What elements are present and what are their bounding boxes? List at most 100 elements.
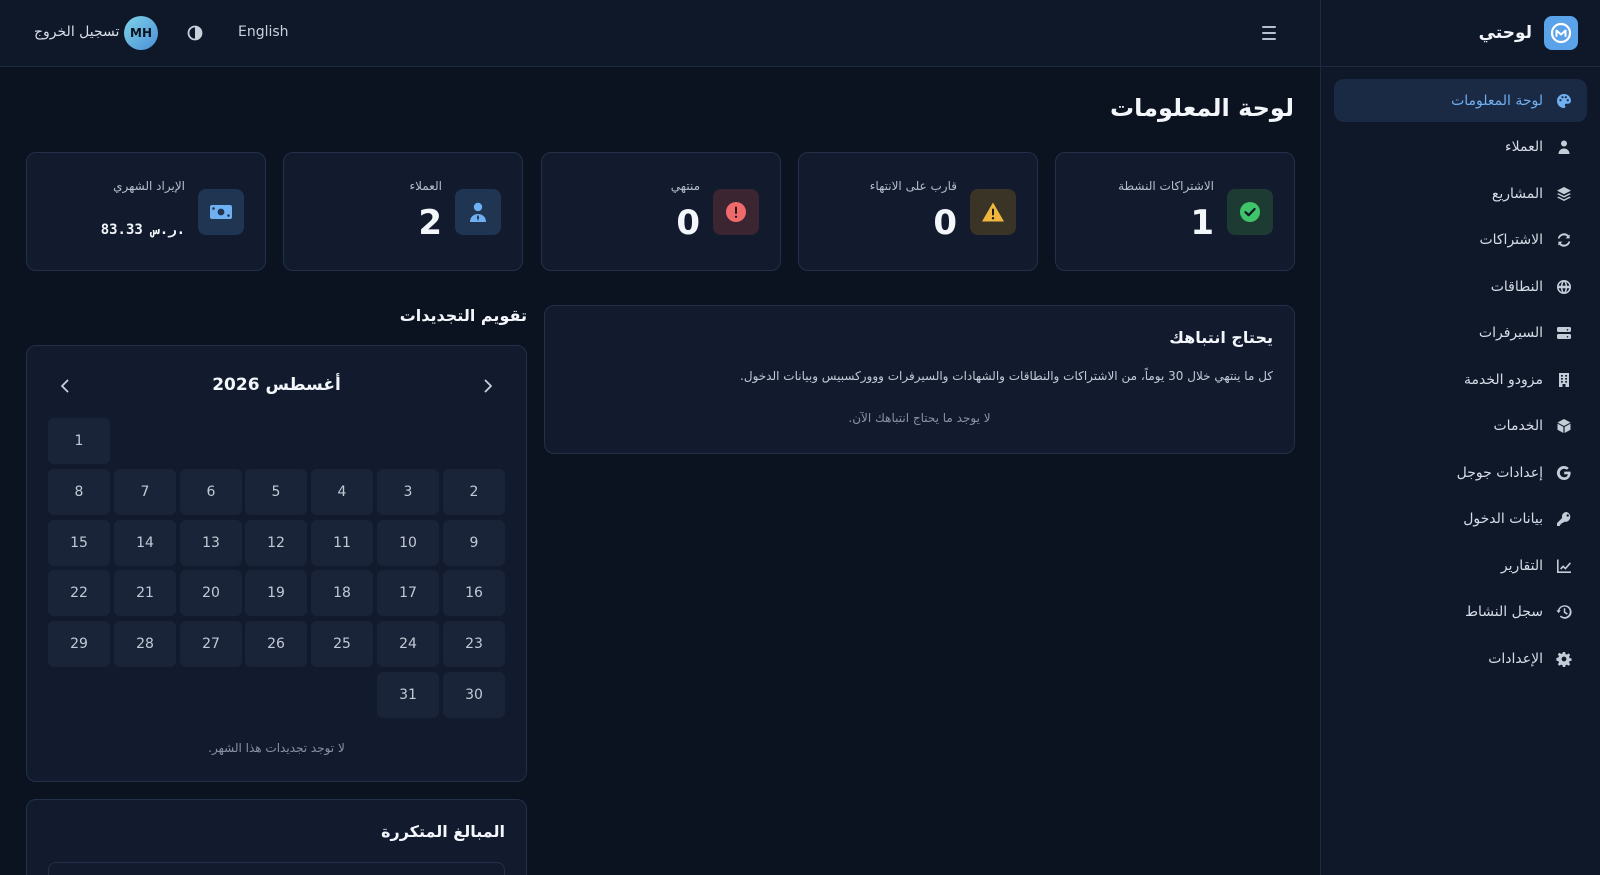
stat-card-clients[interactable]: العملاء 2 [283,152,523,271]
calendar-day[interactable]: 4 [311,469,373,515]
calendar-day[interactable]: 31 [377,672,439,718]
calendar-day[interactable]: 28 [114,621,176,667]
needs-attention-empty: لا يوجد ما يحتاج انتباهك الآن. [848,411,991,425]
sidebar-item-projects[interactable]: المشاريع [1334,172,1587,215]
globe-icon [1555,278,1573,296]
renewals-calendar: أغسطس 2026 1 2 3 4 5 6 7 8 9 10 11 12 13… [26,345,527,782]
calendar-day[interactable]: 23 [443,621,505,667]
calendar-day[interactable]: 9 [443,520,505,566]
stat-card-monthly-revenue[interactable]: الإيراد الشهري 83.33 ر.س. [26,152,266,271]
warning-icon [982,202,1004,222]
sidebar-item-activity-log[interactable]: سجل النشاط [1334,591,1587,634]
sidebar-item-settings[interactable]: الإعدادات [1334,637,1587,680]
stat-label: منتهي [670,179,700,193]
sidebar-item-subscriptions[interactable]: الاشتراكات [1334,219,1587,262]
google-icon [1555,464,1573,482]
sidebar-item-label: الإعدادات [1488,650,1543,667]
theme-toggle-button[interactable] [186,24,204,42]
sidebar-item-reports[interactable]: التقارير [1334,544,1587,587]
sidebar-item-dashboard[interactable]: لوحة المعلومات [1334,79,1587,122]
sidebar-item-label: العملاء [1505,139,1543,155]
calendar-day[interactable]: 11 [311,520,373,566]
sidebar-item-label: التقارير [1500,557,1543,574]
user-icon [1555,138,1573,156]
menu-toggle-button[interactable] [1258,22,1280,44]
stat-value: 2 [418,203,442,243]
calendar-day[interactable]: 29 [48,621,110,667]
language-toggle[interactable]: English [238,24,289,40]
calendar-day[interactable]: 27 [180,621,242,667]
recurring-amounts-title: المبالغ المتكررة [381,822,505,841]
calendar-day[interactable]: 8 [48,469,110,515]
stat-icon-box [970,189,1016,235]
layers-icon [1555,185,1573,203]
calendar-day[interactable]: 24 [377,621,439,667]
calendar-day[interactable]: 14 [114,520,176,566]
sidebar-item-clients[interactable]: العملاء [1334,126,1587,169]
calendar-day[interactable]: 5 [245,469,307,515]
contrast-icon [187,25,203,41]
avatar[interactable]: MH [124,16,158,50]
calendar-day[interactable]: 6 [180,469,242,515]
gear-icon [1555,650,1573,668]
sidebar-item-google-settings[interactable]: إعدادات جوجل [1334,451,1587,494]
calendar-empty-message: لا توجد تجديدات هذا الشهر. [208,741,345,755]
stat-value: 0 [933,203,957,243]
calendar-next-button[interactable] [478,376,498,396]
history-icon [1555,603,1573,621]
stat-icon-box [713,189,759,235]
calendar-day[interactable]: 16 [443,570,505,616]
sidebar-item-domains[interactable]: النطاقات [1334,265,1587,308]
stat-card-expired[interactable]: منتهي 0 [541,152,781,271]
sidebar-item-providers[interactable]: مزودو الخدمة [1334,358,1587,401]
palette-icon [1555,92,1573,110]
sidebar-item-services[interactable]: الخدمات [1334,405,1587,448]
needs-attention-title: يحتاج انتباهك [1169,328,1273,347]
stat-label: الإيراد الشهري [113,179,185,193]
calendar-day[interactable]: 20 [180,570,242,616]
needs-attention-description: كل ما ينتهي خلال 30 يوماً، من الاشتراكات… [740,369,1273,383]
hamburger-line [1262,32,1276,34]
calendar-day[interactable]: 10 [377,520,439,566]
needs-attention-card: يحتاج انتباهك كل ما ينتهي خلال 30 يوماً،… [544,305,1295,454]
calendar-day[interactable]: 30 [443,672,505,718]
stat-card-expiring-soon[interactable]: قارب على الانتهاء 0 [798,152,1038,271]
calendar-day[interactable]: 19 [245,570,307,616]
calendar-day[interactable]: 3 [377,469,439,515]
refresh-icon [1555,231,1573,249]
calendar-day[interactable]: 26 [245,621,307,667]
calendar-day[interactable]: 21 [114,570,176,616]
sidebar-item-label: الاشتراكات [1479,232,1543,248]
stat-card-active-subscriptions[interactable]: الاشتراكات النشطة 1 [1055,152,1295,271]
building-icon [1555,371,1573,389]
calendar-day[interactable]: 12 [245,520,307,566]
calendar-day[interactable]: 17 [377,570,439,616]
calendar-day[interactable]: 1 [48,418,110,464]
calendar-day[interactable]: 18 [311,570,373,616]
stat-icon-box [455,189,501,235]
sidebar-item-label: الخدمات [1493,418,1544,434]
stat-icon-box [198,189,244,235]
calendar-day[interactable]: 15 [48,520,110,566]
calendar-day[interactable]: 13 [180,520,242,566]
sidebar-item-servers[interactable]: السيرفرات [1334,312,1587,355]
stat-value: 0 [676,203,700,243]
stat-label: قارب على الانتهاء [869,179,957,193]
calendar-day[interactable]: 7 [114,469,176,515]
page-title: لوحة المعلومات [1110,94,1294,122]
brand-name: لوحتي [1478,23,1532,43]
brand: لوحتي [1321,0,1600,67]
calendar-day[interactable]: 25 [311,621,373,667]
calendar-day[interactable]: 2 [443,469,505,515]
chart-line-icon [1555,557,1573,575]
sidebar: لوحتي لوحة المعلومات العملاء المشاريع ال… [1320,0,1600,875]
sidebar-nav: لوحة المعلومات العملاء المشاريع الاشتراك… [1321,67,1600,696]
stat-label: العملاء [409,179,442,193]
recurring-amounts-table [48,862,505,875]
calendar-day[interactable]: 22 [48,570,110,616]
logout-link[interactable]: تسجيل الخروج [34,24,119,40]
sidebar-item-label: النطاقات [1490,278,1543,295]
stat-value: 83.33 ر.س. [100,222,185,238]
brand-logo-icon[interactable] [1544,16,1578,50]
sidebar-item-credentials[interactable]: بيانات الدخول [1334,498,1587,541]
